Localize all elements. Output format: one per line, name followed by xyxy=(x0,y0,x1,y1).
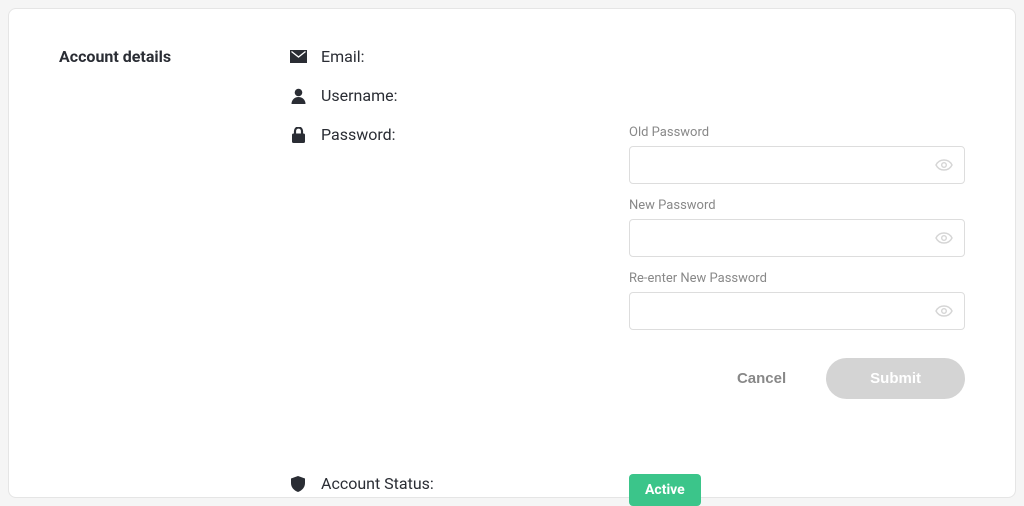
section-title: Account details xyxy=(59,47,289,506)
reenter-password-label: Re-enter New Password xyxy=(629,271,965,286)
reenter-password-input[interactable] xyxy=(629,292,965,330)
old-password-input[interactable] xyxy=(629,146,965,184)
eye-icon[interactable] xyxy=(933,300,955,322)
email-label: Email: xyxy=(321,47,364,66)
account-details-card: Account details Email: Username: xyxy=(8,8,1016,498)
new-password-input[interactable] xyxy=(629,219,965,257)
eye-icon[interactable] xyxy=(933,227,955,249)
old-password-label: Old Password xyxy=(629,125,965,140)
lock-icon xyxy=(289,126,307,144)
password-row: Password: Old Password New Password xyxy=(289,125,965,399)
shield-icon xyxy=(289,475,307,493)
password-label: Password: xyxy=(321,125,396,144)
status-badge: Active xyxy=(629,474,701,506)
account-status-row: Account Status: Active xyxy=(289,419,965,506)
username-label: Username: xyxy=(321,86,397,105)
submit-button[interactable]: Submit xyxy=(826,358,965,399)
account-status-label: Account Status: xyxy=(321,474,434,493)
new-password-label: New Password xyxy=(629,198,965,213)
username-row: Username: xyxy=(289,86,965,105)
cancel-button[interactable]: Cancel xyxy=(717,360,806,397)
email-icon xyxy=(289,48,307,66)
eye-icon[interactable] xyxy=(933,154,955,176)
email-row: Email: xyxy=(289,47,965,66)
user-icon xyxy=(289,87,307,105)
